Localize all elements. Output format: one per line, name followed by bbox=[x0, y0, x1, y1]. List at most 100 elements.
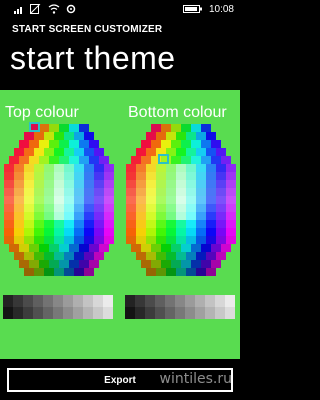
colour-swatch[interactable] bbox=[49, 140, 59, 148]
colour-swatch[interactable] bbox=[166, 188, 176, 196]
colour-swatch[interactable] bbox=[69, 260, 79, 268]
colour-swatch[interactable] bbox=[104, 172, 114, 180]
colour-swatch[interactable] bbox=[211, 140, 221, 148]
colour-swatch[interactable] bbox=[216, 164, 226, 172]
colour-swatch[interactable] bbox=[151, 124, 161, 132]
colour-swatch[interactable] bbox=[64, 180, 74, 188]
colour-swatch[interactable] bbox=[216, 172, 226, 180]
colour-swatch[interactable] bbox=[44, 132, 54, 140]
gray-swatch[interactable] bbox=[53, 307, 63, 319]
colour-swatch[interactable] bbox=[64, 236, 74, 244]
colour-swatch[interactable] bbox=[34, 236, 44, 244]
colour-swatch[interactable] bbox=[24, 220, 34, 228]
colour-swatch[interactable] bbox=[64, 268, 74, 276]
colour-swatch[interactable] bbox=[166, 236, 176, 244]
colour-swatch[interactable] bbox=[161, 124, 171, 132]
colour-swatch[interactable] bbox=[79, 244, 89, 252]
colour-swatch[interactable] bbox=[94, 252, 104, 260]
colour-swatch[interactable] bbox=[136, 196, 146, 204]
colour-swatch[interactable] bbox=[19, 244, 29, 252]
colour-swatch[interactable] bbox=[176, 172, 186, 180]
colour-swatch[interactable] bbox=[89, 260, 99, 268]
colour-swatch[interactable] bbox=[146, 252, 156, 260]
colour-swatch[interactable] bbox=[44, 268, 54, 276]
colour-swatch[interactable] bbox=[74, 172, 84, 180]
colour-swatch[interactable] bbox=[226, 212, 236, 220]
colour-swatch[interactable] bbox=[221, 244, 231, 252]
colour-swatch[interactable] bbox=[34, 196, 44, 204]
gray-swatch[interactable] bbox=[145, 307, 155, 319]
colour-swatch[interactable] bbox=[44, 204, 54, 212]
colour-swatch[interactable] bbox=[226, 196, 236, 204]
colour-swatch[interactable] bbox=[186, 252, 196, 260]
colour-swatch[interactable] bbox=[104, 228, 114, 236]
colour-swatch[interactable] bbox=[4, 236, 14, 244]
colour-swatch[interactable] bbox=[29, 260, 39, 268]
colour-swatch[interactable] bbox=[74, 196, 84, 204]
gray-swatch[interactable] bbox=[23, 295, 33, 307]
colour-swatch[interactable] bbox=[156, 236, 166, 244]
colour-swatch[interactable] bbox=[34, 252, 44, 260]
colour-swatch[interactable] bbox=[84, 268, 94, 276]
colour-swatch[interactable] bbox=[181, 124, 191, 132]
colour-swatch[interactable] bbox=[196, 268, 206, 276]
colour-swatch[interactable] bbox=[44, 164, 54, 172]
gray-swatch[interactable] bbox=[125, 295, 135, 307]
colour-swatch[interactable] bbox=[49, 260, 59, 268]
colour-swatch[interactable] bbox=[94, 180, 104, 188]
colour-swatch[interactable] bbox=[226, 180, 236, 188]
colour-swatch[interactable] bbox=[54, 132, 64, 140]
colour-swatch[interactable] bbox=[84, 228, 94, 236]
colour-swatch[interactable] bbox=[99, 156, 109, 164]
colour-swatch[interactable] bbox=[126, 220, 136, 228]
colour-swatch[interactable] bbox=[34, 164, 44, 172]
colour-swatch[interactable] bbox=[74, 236, 84, 244]
colour-swatch[interactable] bbox=[196, 212, 206, 220]
gray-swatch[interactable] bbox=[13, 307, 23, 319]
colour-swatch[interactable] bbox=[156, 180, 166, 188]
colour-swatch[interactable] bbox=[34, 220, 44, 228]
colour-swatch[interactable] bbox=[34, 204, 44, 212]
colour-swatch[interactable] bbox=[166, 180, 176, 188]
colour-swatch[interactable] bbox=[166, 220, 176, 228]
colour-swatch[interactable] bbox=[196, 228, 206, 236]
colour-swatch[interactable] bbox=[104, 212, 114, 220]
colour-swatch[interactable] bbox=[34, 148, 44, 156]
colour-swatch[interactable] bbox=[24, 228, 34, 236]
colour-swatch[interactable] bbox=[186, 172, 196, 180]
gray-swatch[interactable] bbox=[185, 295, 195, 307]
colour-swatch[interactable] bbox=[221, 156, 231, 164]
gray-swatch[interactable] bbox=[215, 307, 225, 319]
colour-swatch[interactable] bbox=[4, 196, 14, 204]
colour-swatch[interactable] bbox=[156, 212, 166, 220]
gray-swatch[interactable] bbox=[3, 307, 13, 319]
colour-swatch[interactable] bbox=[64, 164, 74, 172]
colour-swatch[interactable] bbox=[216, 212, 226, 220]
colour-swatch[interactable] bbox=[44, 236, 54, 244]
colour-swatch[interactable] bbox=[59, 156, 69, 164]
gray-swatch[interactable] bbox=[155, 307, 165, 319]
gray-swatch[interactable] bbox=[125, 307, 135, 319]
colour-swatch[interactable] bbox=[156, 220, 166, 228]
colour-swatch[interactable] bbox=[186, 268, 196, 276]
colour-swatch[interactable] bbox=[171, 244, 181, 252]
colour-swatch[interactable] bbox=[79, 260, 89, 268]
colour-swatch[interactable] bbox=[141, 244, 151, 252]
colour-swatch[interactable] bbox=[146, 148, 156, 156]
top-grayscale-palette[interactable] bbox=[3, 295, 115, 319]
colour-swatch[interactable] bbox=[14, 220, 24, 228]
colour-swatch[interactable] bbox=[196, 164, 206, 172]
colour-swatch[interactable] bbox=[136, 164, 146, 172]
colour-swatch[interactable] bbox=[54, 220, 64, 228]
colour-swatch[interactable] bbox=[146, 180, 156, 188]
colour-swatch[interactable] bbox=[24, 268, 34, 276]
colour-swatch[interactable] bbox=[156, 188, 166, 196]
colour-swatch[interactable] bbox=[24, 164, 34, 172]
colour-swatch[interactable] bbox=[94, 172, 104, 180]
colour-swatch[interactable] bbox=[59, 140, 69, 148]
colour-swatch[interactable] bbox=[54, 172, 64, 180]
colour-swatch[interactable] bbox=[99, 244, 109, 252]
colour-swatch[interactable] bbox=[136, 236, 146, 244]
colour-swatch[interactable] bbox=[166, 196, 176, 204]
colour-swatch[interactable] bbox=[141, 156, 151, 164]
